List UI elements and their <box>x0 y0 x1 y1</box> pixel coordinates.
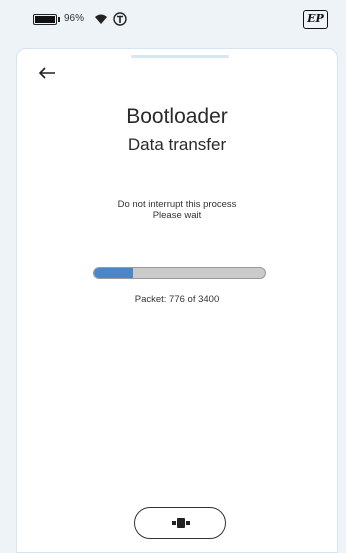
progress-bar <box>93 267 266 279</box>
device-button[interactable] <box>134 507 226 539</box>
main-card: Bootloader Data transfer Do not interrup… <box>16 48 338 553</box>
progress-fill <box>94 268 134 278</box>
ep-logo: EP <box>303 10 328 29</box>
sheet-handle <box>131 55 229 58</box>
battery-percent: 96% <box>64 13 85 24</box>
packet-counter: Packet: 776 of 3400 <box>134 294 220 305</box>
page-subtitle: Data transfer <box>127 135 227 154</box>
battery-icon <box>33 14 60 25</box>
t-circle-icon <box>113 12 127 26</box>
arrow-left-icon[interactable] <box>37 65 57 81</box>
status-bar: 96% EP <box>0 0 346 40</box>
wifi-icon <box>95 14 107 24</box>
notice-line-2: Please wait <box>152 210 202 221</box>
page-title: Bootloader <box>126 105 228 128</box>
device-connector-icon <box>172 518 190 528</box>
notice-line-1: Do not interrupt this process <box>117 199 237 210</box>
